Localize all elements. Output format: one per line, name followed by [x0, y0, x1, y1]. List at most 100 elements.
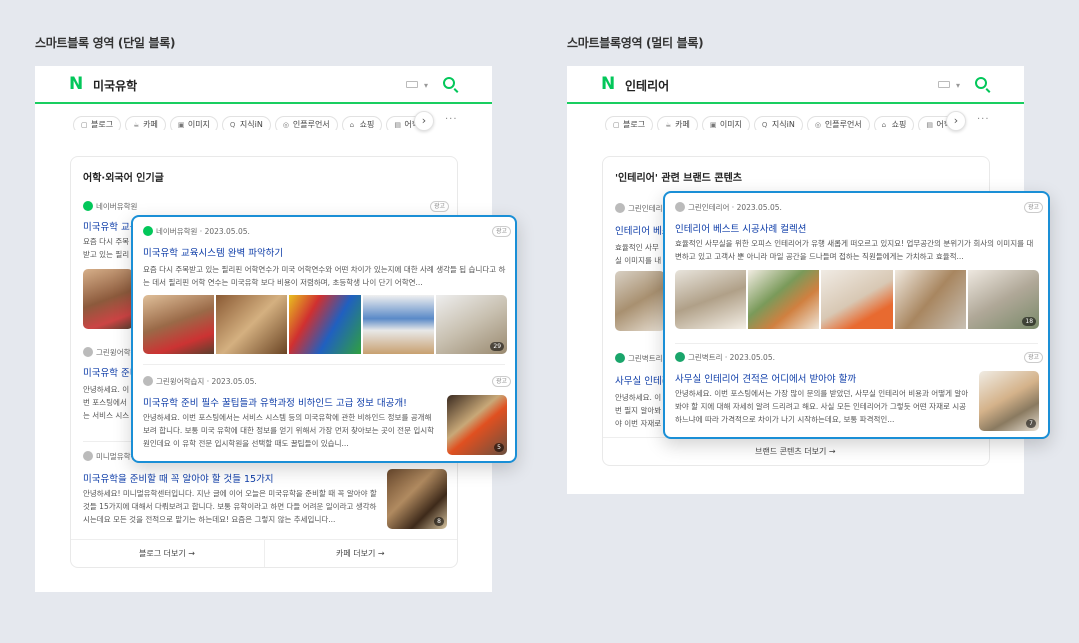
item-desc: 안녕하세요. 이번 포스팅에서는 가장 많이 문의를 받았던, 사무실 인테리어…: [675, 389, 969, 424]
thumbnail[interactable]: [615, 271, 665, 331]
item-title[interactable]: 미국유학 준비 필수 꿀팁들과 유학과정 비하인드 고급 정보 대공개!: [143, 395, 438, 409]
thumbnail[interactable]: [675, 270, 747, 329]
card-title: '인테리어' 관련 브랜드 콘텐츠: [615, 173, 742, 184]
list-item[interactable]: 그린벽트리 · 2023.05.05. 광고 사무실 인테리어 견적은 어디에서…: [665, 345, 1048, 437]
tab-shopping[interactable]: ⌂ 쇼핑: [341, 116, 383, 130]
tabs-next-button[interactable]: ›: [946, 111, 966, 131]
thumbnail[interactable]: 29: [435, 295, 507, 354]
tab-kin[interactable]: Q 지식iN: [221, 116, 271, 130]
image-strip[interactable]: 18: [675, 270, 1039, 329]
image-icon: ▣: [177, 121, 185, 129]
naver-logo-icon[interactable]: N: [601, 76, 616, 93]
brand-content-more-link[interactable]: 브랜드 콘텐츠 더보기 →: [755, 446, 836, 457]
item-meta: 그린윙어학습지 · 2023.05.05.: [143, 376, 257, 387]
item-title[interactable]: 미국유학 준비 필수 꿀팁들과 유학과정 비하인드 고급 정보 대공개!: [83, 365, 133, 379]
item-title[interactable]: 미국유학 교육시스템 완벽 파악하기: [143, 245, 503, 259]
more-icon[interactable]: ···: [977, 114, 990, 125]
search-query[interactable]: 인테리어: [625, 77, 669, 94]
tab-influencer[interactable]: ◎ 인플루언서: [806, 116, 870, 130]
highlighted-block-single: 네이버유학원 · 2023.05.05. 광고 미국유학 교육시스템 완벽 파악…: [131, 215, 517, 463]
blog-icon: ▢: [81, 121, 88, 129]
avatar: [143, 376, 153, 386]
thumbnail[interactable]: [894, 270, 966, 329]
search-icon[interactable]: [443, 77, 455, 89]
dictionary-icon: ▤: [394, 121, 402, 129]
item-meta: 그린벽트리: [615, 353, 663, 364]
shopping-icon: ⌂: [349, 121, 355, 129]
thumbnail[interactable]: [748, 270, 820, 329]
arrow-right-icon: →: [828, 447, 836, 456]
avatar: [675, 352, 685, 362]
search-tabs: ▢ 블로그 ☕ 카페 ▣ 이미지 Q 지식iN ◎ 인플루언서 ⌂ 쇼핑 ▤ 어학: [605, 112, 965, 130]
image-strip[interactable]: 29: [143, 295, 507, 354]
list-item[interactable]: 그린윙어학습지 · 2023.05.05. 광고 미국유학 준비 필수 꿀팁들과…: [133, 367, 515, 461]
tab-blog[interactable]: ▢ 블로그: [73, 116, 122, 130]
cafe-more-link[interactable]: 카페 더보기 →: [336, 548, 385, 559]
tab-influencer[interactable]: ◎ 인플루언서: [274, 116, 338, 130]
thumbnail[interactable]: 5: [447, 395, 507, 455]
item-meta: 그린인테리어: [615, 203, 669, 214]
keyboard-icon[interactable]: [938, 81, 950, 88]
image-icon: ▣: [709, 121, 717, 129]
tab-cafe[interactable]: ☕ 카페: [657, 116, 698, 130]
caret-down-icon[interactable]: ▾: [424, 81, 428, 90]
list-item[interactable]: 그린인테리어 · 2023.05.05. 광고 인테리어 베스트 시공사례 컬렉…: [665, 193, 1048, 341]
thumbnail[interactable]: [821, 270, 893, 329]
avatar: [83, 451, 93, 461]
item-desc: 요즘 다시 주목받고 있는 필리핀 어학연수가 미국 어학연수와 어떤 차이가 …: [143, 265, 506, 287]
thumbnail[interactable]: [83, 269, 133, 329]
thumbnail[interactable]: 7: [979, 371, 1039, 431]
image-count-badge: 8: [434, 517, 444, 526]
tab-blog[interactable]: ▢ 블로그: [605, 116, 654, 130]
thumbnail[interactable]: 18: [967, 270, 1039, 329]
blog-more-link[interactable]: 블로그 더보기 →: [139, 548, 195, 559]
naver-logo-icon[interactable]: N: [69, 76, 84, 93]
thumbnail[interactable]: [216, 295, 288, 354]
search-query[interactable]: 미국유학: [93, 77, 137, 94]
kin-icon: Q: [761, 121, 768, 129]
caret-down-icon[interactable]: ▾: [956, 81, 960, 90]
keyboard-icon[interactable]: [406, 81, 418, 88]
influencer-icon: ◎: [282, 121, 289, 129]
item-meta: 네이버유학원 · 2023.05.05.: [143, 226, 250, 237]
thumbnail[interactable]: 8: [387, 469, 447, 529]
tab-image[interactable]: ▣ 이미지: [169, 116, 218, 130]
item-desc: 안녕하세요! 미니멀유학센터입니다. 지난 글에 이어 오늘은 미국유학을 준비…: [83, 489, 377, 524]
thumbnail[interactable]: [289, 295, 361, 354]
multi-block-section-title: 스마트블록영역 (멀티 블록): [567, 36, 704, 50]
arrow-right-icon: →: [188, 549, 195, 558]
card-footer: 블로그 더보기 → 카페 더보기 →: [71, 539, 457, 567]
item-desc: 안녕하세요. 이번 필지 알아봐야 이번 자재로 시: [615, 393, 662, 428]
dictionary-icon: ▤: [926, 121, 934, 129]
thumbnail[interactable]: [143, 295, 215, 354]
more-icon[interactable]: ···: [445, 114, 458, 125]
card-footer: 브랜드 콘텐츠 더보기 →: [603, 437, 989, 465]
item-title[interactable]: 사무실 인테리어 견적은 어디에서 받아야 할까: [675, 371, 970, 385]
shopping-icon: ⌂: [881, 121, 887, 129]
avatar: [615, 353, 625, 363]
item-title[interactable]: 인테리어 베스: [615, 223, 665, 237]
item-title[interactable]: 인테리어 베스트 시공사례 컬렉션: [675, 221, 1035, 235]
ad-badge: 광고: [1023, 202, 1043, 213]
image-count-badge: 5: [494, 443, 504, 452]
search-header: N 미국유학 ▾: [35, 66, 492, 104]
item-desc: 안녕하세요. 이번 포스팅에서는 서비스 시스템 등의 미국유학에 관한 비하인…: [143, 413, 435, 448]
tab-kin[interactable]: Q 지식iN: [753, 116, 803, 130]
tab-image[interactable]: ▣ 이미지: [701, 116, 750, 130]
tab-shopping[interactable]: ⌂ 쇼핑: [873, 116, 915, 130]
avatar: [675, 202, 685, 212]
list-item[interactable]: 네이버유학원 · 2023.05.05. 광고 미국유학 교육시스템 완벽 파악…: [133, 217, 515, 357]
item-title[interactable]: 사무실 인테리: [615, 373, 665, 387]
thumbnail[interactable]: [362, 295, 434, 354]
item-desc: 효율적인 사무실을 위한 오피스 인테리어가 유행 새롭게 떠오르고 있지요! …: [675, 239, 1034, 261]
item-desc: 효율적인 사무실 이미지를 내밀: [615, 243, 662, 265]
avatar: [83, 201, 93, 211]
tab-cafe[interactable]: ☕ 카페: [125, 116, 166, 130]
cafe-icon: ☕: [133, 121, 140, 129]
ad-badge: 광고: [1023, 352, 1043, 363]
item-meta: 그린벽트리 · 2023.05.05.: [675, 352, 775, 363]
image-count-badge: 7: [1026, 419, 1036, 428]
search-icon[interactable]: [975, 77, 987, 89]
search-tabs: ▢ 블로그 ☕ 카페 ▣ 이미지 Q 지식iN ◎ 인플루언서 ⌂ 쇼핑 ▤ 어학: [73, 112, 433, 130]
tabs-next-button[interactable]: ›: [414, 111, 434, 131]
